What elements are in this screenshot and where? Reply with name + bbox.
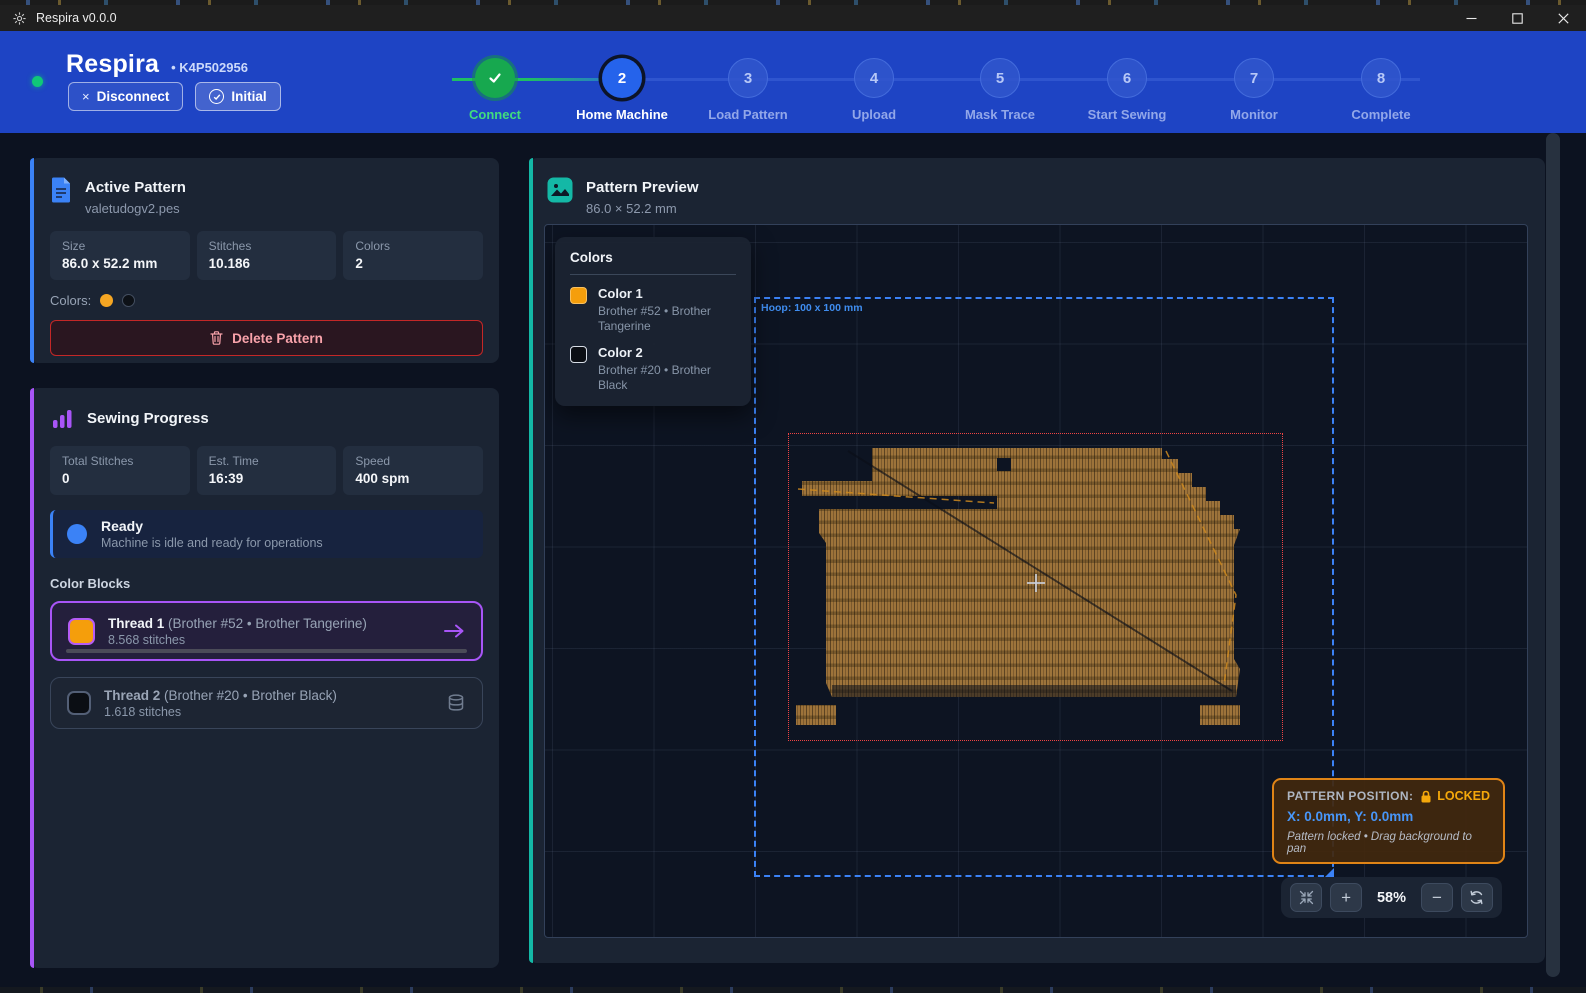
arrows-inward-icon [1299,890,1314,905]
title-bar: Respira v0.0.0 [0,5,1586,31]
colors-legend-title: Colors [570,250,736,275]
delete-pattern-button[interactable]: Delete Pattern [50,320,483,356]
stat-speed: Speed 400 spm [343,446,483,495]
pattern-filename: valetudogv2.pes [85,201,186,216]
active-pattern-card: Active Pattern valetudogv2.pes Size 86.0… [30,158,499,363]
thread-2-swatch [67,691,91,715]
pattern-position-overlay: PATTERN POSITION: LOCKED X: 0.0mm, Y: 0.… [1272,778,1505,864]
thread-1-swatch [68,618,95,645]
arrow-right-icon [443,623,465,639]
preview-dimensions: 86.0 × 52.2 mm [586,201,699,216]
minimize-button[interactable] [1448,5,1494,31]
maximize-button[interactable] [1494,5,1540,31]
trash-icon [210,331,223,345]
plus-icon: + [1341,888,1351,908]
main-content: Active Pattern valetudogv2.pes Size 86.0… [0,133,1586,987]
image-icon [547,177,573,203]
step-connect[interactable]: Connect [430,58,560,122]
legend-detail-1: Brother #52 • Brother Tangerine [598,304,728,334]
close-button[interactable] [1540,5,1586,31]
refresh-arrows-icon [1469,890,1484,905]
step-mask-trace[interactable]: 5 Mask Trace [935,58,1065,122]
clock-icon [65,522,89,546]
step-home-machine[interactable]: 2 Home Machine [557,58,687,122]
stat-colors: Colors 2 [343,231,483,280]
vertical-scrollbar[interactable] [1546,133,1560,977]
legend-item-color-2: Color 2 Brother #20 • Brother Black [570,345,736,393]
fit-to-view-button[interactable] [1290,883,1322,912]
delete-pattern-label: Delete Pattern [232,331,323,346]
pattern-preview-card: Pattern Preview 86.0 × 52.2 mm Hoop: 100… [529,158,1545,963]
thread-2-name: Thread 2 [104,688,160,703]
sewing-progress-title: Sewing Progress [87,407,209,427]
status-title: Ready [101,518,323,534]
legend-item-color-1: Color 1 Brother #52 • Brother Tangerine [570,286,736,334]
color-dot-orange [100,294,113,307]
color-dot-black [122,294,135,307]
app-header: Respira • K4P502956 × Disconnect Initial [0,31,1586,133]
step-monitor[interactable]: 7 Monitor [1189,58,1319,122]
zoom-toolbar: + 58% − [1281,877,1502,918]
step-connect-circle [475,58,515,98]
bar-chart-icon [50,407,74,431]
stat-est-time: Est. Time 16:39 [197,446,337,495]
locked-badge: LOCKED [1437,789,1490,803]
legend-name-2: Color 2 [598,345,728,360]
active-pattern-title: Active Pattern [85,177,186,196]
thread-1-progress-bar [66,649,467,653]
stat-size: Size 86.0 x 52.2 mm [50,231,190,280]
window-title: Respira v0.0.0 [36,11,117,25]
legend-name-1: Color 1 [598,286,728,301]
pattern-position-label: PATTERN POSITION: [1287,789,1413,803]
stat-stitches: Stitches 10.186 [197,231,337,280]
step-load-pattern[interactable]: 3 Load Pattern [683,58,813,122]
machine-status-banner: Ready Machine is idle and ready for oper… [50,510,483,558]
step-upload[interactable]: 4 Upload [809,58,939,122]
thread-block-2[interactable]: Thread 2 (Brother #20 • Brother Black) 1… [50,677,483,729]
thread-1-name: Thread 1 [108,616,164,631]
thread-2-detail: (Brother #20 • Brother Black) [164,688,337,703]
colors-label: Colors: [50,293,91,308]
app-icon [12,11,27,26]
step-start-sewing[interactable]: 6 Start Sewing [1062,58,1192,122]
thread-block-1[interactable]: Thread 1 (Brother #52 • Brother Tangerin… [50,601,483,661]
lock-icon [1420,790,1432,803]
preview-title: Pattern Preview [586,177,699,196]
thread-2-stitches: 1.618 stitches [104,705,337,719]
legend-swatch-2 [570,346,587,363]
document-icon [50,177,72,204]
database-stack-icon [446,693,466,713]
status-detail: Machine is idle and ready for operations [101,536,323,550]
reset-view-button[interactable] [1461,883,1493,912]
hoop-corner-marker [1325,868,1334,877]
hoop-label: Hoop: 100 x 100 mm [761,302,863,314]
minus-icon: − [1432,888,1442,908]
preview-canvas[interactable]: Hoop: 100 x 100 mm [544,224,1528,938]
check-icon [487,70,503,86]
sewing-progress-card: Sewing Progress Total Stitches 0 Est. Ti… [30,388,499,968]
background-window-sliver-bottom [0,987,1586,993]
app-window: Respira v0.0.0 Respira • K4P502956 × Dis… [0,0,1586,993]
legend-swatch-1 [570,287,587,304]
zoom-in-button[interactable]: + [1330,883,1362,912]
pattern-coordinates: X: 0.0mm, Y: 0.0mm [1287,809,1490,824]
pattern-position-hint: Pattern locked • Drag background to pan [1287,831,1490,855]
colors-legend-panel: Colors Color 1 Brother #52 • Brother Tan… [555,237,751,406]
zoom-out-button[interactable]: − [1421,883,1453,912]
stat-total-stitches: Total Stitches 0 [50,446,190,495]
step-complete[interactable]: 8 Complete [1316,58,1446,122]
workflow-stepper: Connect 2 Home Machine 3 Load Pattern 4 … [0,31,1586,133]
thread-1-detail: (Brother #52 • Brother Tangerine) [168,616,367,631]
color-blocks-label: Color Blocks [50,576,483,591]
zoom-level: 58% [1370,890,1413,906]
thread-1-stitches: 8.568 stitches [108,633,367,647]
legend-detail-2: Brother #20 • Brother Black [598,363,728,393]
